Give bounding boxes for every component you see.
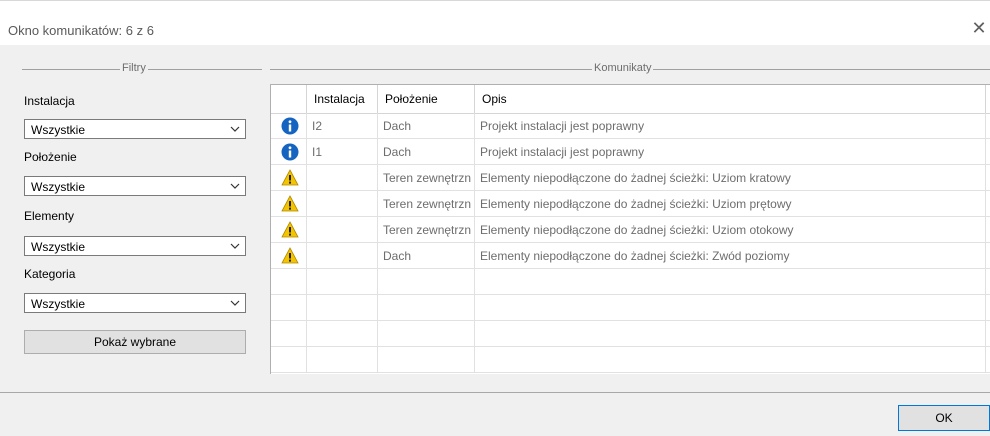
cell-opis: Elementy niepodłączone do żadnej ścieżki… bbox=[475, 165, 986, 191]
warning-icon bbox=[281, 247, 299, 264]
row-icon-cell bbox=[271, 217, 307, 243]
warning-icon bbox=[281, 169, 299, 186]
kategoria-select-value: Wszystkie bbox=[31, 297, 85, 311]
empty-cell bbox=[378, 347, 475, 373]
polozenie-select-value: Wszystkie bbox=[31, 180, 85, 194]
cell-opis: Projekt instalacji jest poprawny bbox=[475, 113, 986, 139]
cell-instalacja bbox=[307, 243, 378, 269]
filter-label-kategoria: Kategoria bbox=[24, 267, 76, 281]
polozenie-select[interactable]: Wszystkie bbox=[24, 176, 246, 196]
cell-polozenie: Teren zewnętrzn bbox=[378, 217, 475, 243]
empty-cell bbox=[307, 269, 378, 295]
cell-polozenie: Teren zewnętrzn bbox=[378, 191, 475, 217]
cell-instalacja bbox=[307, 191, 378, 217]
filter-label-polozenie: Położenie bbox=[24, 150, 77, 164]
empty-cell bbox=[475, 321, 986, 347]
elementy-select-value: Wszystkie bbox=[31, 240, 85, 254]
kategoria-select[interactable]: Wszystkie bbox=[24, 293, 246, 313]
cell-polozenie: Teren zewnętrzn bbox=[378, 165, 475, 191]
column-header-polozenie[interactable]: Położenie bbox=[378, 85, 475, 113]
cell-opis: Elementy niepodłączone do żadnej ścieżki… bbox=[475, 217, 986, 243]
empty-cell bbox=[307, 321, 378, 347]
filters-group-title: Filtry bbox=[120, 62, 148, 74]
elementy-select[interactable]: Wszystkie bbox=[24, 236, 246, 256]
column-header-instalacja[interactable]: Instalacja bbox=[307, 85, 378, 113]
empty-cell bbox=[475, 269, 986, 295]
empty-cell bbox=[475, 295, 986, 321]
empty-cell bbox=[271, 321, 307, 347]
chevron-down-icon bbox=[230, 243, 240, 249]
footer-bar: OK bbox=[0, 393, 990, 436]
chevron-down-icon bbox=[230, 126, 240, 132]
row-icon-cell bbox=[271, 165, 307, 191]
cell-instalacja bbox=[307, 165, 378, 191]
table-row[interactable]: I2 Dach Projekt instalacji jest poprawny bbox=[271, 113, 990, 139]
cell-polozenie: Dach bbox=[378, 113, 475, 139]
cell-polozenie: Dach bbox=[378, 139, 475, 165]
column-header-opis[interactable]: Opis bbox=[475, 85, 986, 113]
table-row[interactable]: Teren zewnętrzn Elementy niepodłączone d… bbox=[271, 165, 990, 191]
row-icon-cell bbox=[271, 191, 307, 217]
title-bar: Okno komunikatów: 6 z 6 ✕ bbox=[0, 0, 990, 45]
empty-cell bbox=[475, 347, 986, 373]
empty-cell bbox=[271, 295, 307, 321]
empty-cell bbox=[378, 295, 475, 321]
cell-opis: Elementy niepodłączone do żadnej ścieżki… bbox=[475, 191, 986, 217]
empty-cell bbox=[307, 347, 378, 373]
cell-opis: Elementy niepodłączone do żadnej ścieżki… bbox=[475, 243, 986, 269]
table-header: Instalacja Położenie Opis bbox=[271, 85, 990, 114]
close-button[interactable]: ✕ bbox=[968, 17, 990, 39]
info-icon bbox=[281, 143, 299, 161]
cell-instalacja: I1 bbox=[307, 139, 378, 165]
chevron-down-icon bbox=[230, 300, 240, 306]
row-icon-cell bbox=[271, 139, 307, 165]
empty-cell bbox=[271, 269, 307, 295]
empty-cell bbox=[378, 269, 475, 295]
info-icon bbox=[281, 117, 299, 135]
row-icon-cell bbox=[271, 113, 307, 139]
ok-button[interactable]: OK bbox=[898, 405, 990, 431]
filter-label-instalacja: Instalacja bbox=[24, 94, 75, 108]
row-icon-cell bbox=[271, 243, 307, 269]
table-row[interactable]: Teren zewnętrzn Elementy niepodłączone d… bbox=[271, 217, 990, 243]
column-header-icon[interactable] bbox=[271, 85, 307, 113]
cell-polozenie: Dach bbox=[378, 243, 475, 269]
messages-table[interactable]: Instalacja Położenie Opis I2 Dach Projek… bbox=[270, 84, 990, 374]
empty-table-row bbox=[271, 321, 990, 347]
empty-cell bbox=[378, 321, 475, 347]
show-selected-button[interactable]: Pokaż wybrane bbox=[24, 330, 246, 354]
chevron-down-icon bbox=[230, 183, 240, 189]
table-row[interactable]: I1 Dach Projekt instalacji jest poprawny bbox=[271, 139, 990, 165]
filter-label-elementy: Elementy bbox=[24, 209, 75, 223]
table-row[interactable]: Teren zewnętrzn Elementy niepodłączone d… bbox=[271, 191, 990, 217]
empty-table-row bbox=[271, 269, 990, 295]
empty-cell bbox=[307, 295, 378, 321]
messages-group-title: Komunikaty bbox=[592, 62, 654, 74]
instalacja-select[interactable]: Wszystkie bbox=[24, 119, 246, 139]
cell-instalacja: I2 bbox=[307, 113, 378, 139]
cell-opis: Projekt instalacji jest poprawny bbox=[475, 139, 986, 165]
warning-icon bbox=[281, 195, 299, 212]
table-row[interactable]: Dach Elementy niepodłączone do żadnej śc… bbox=[271, 243, 990, 269]
window-title: Okno komunikatów: 6 z 6 bbox=[8, 23, 154, 38]
cell-instalacja bbox=[307, 217, 378, 243]
empty-cell bbox=[271, 347, 307, 373]
empty-table-row bbox=[271, 295, 990, 321]
warning-icon bbox=[281, 221, 299, 238]
instalacja-select-value: Wszystkie bbox=[31, 123, 85, 137]
messages-window: Okno komunikatów: 6 z 6 ✕ Filtry Instala… bbox=[0, 0, 990, 436]
empty-table-row bbox=[271, 347, 990, 373]
